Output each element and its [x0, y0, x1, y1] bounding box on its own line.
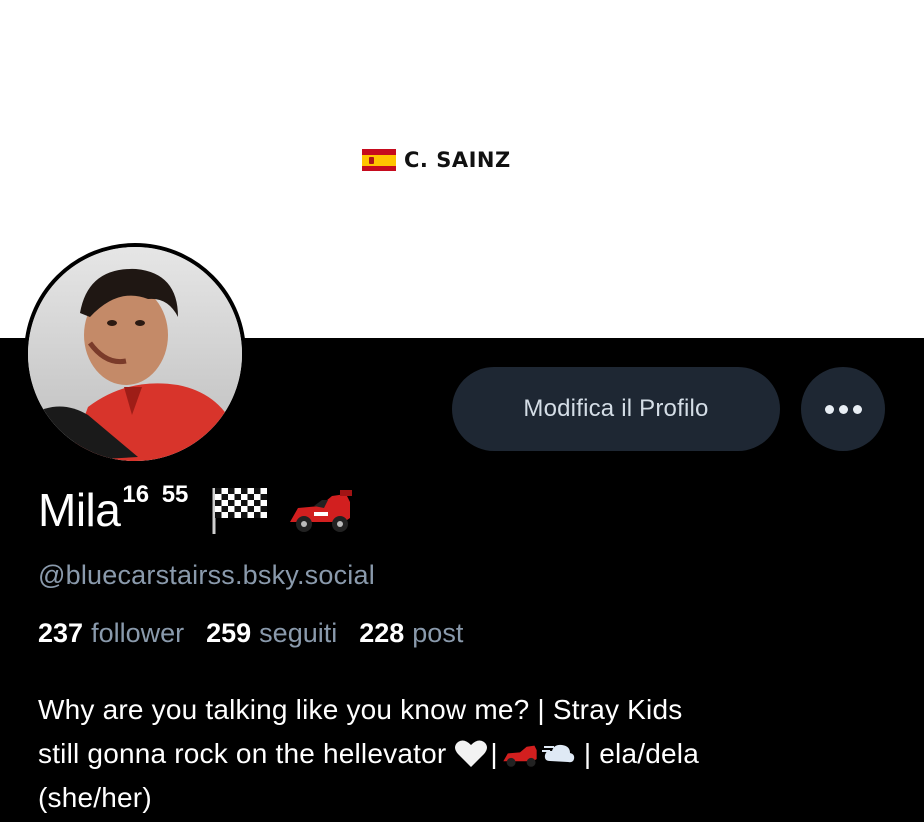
bio-line-3: (she/her)	[38, 782, 152, 813]
bio-line-2-suffix: | ela/dela	[583, 738, 699, 769]
avatar-photo	[28, 247, 242, 461]
following-label[interactable]: seguiti	[259, 618, 337, 649]
banner-logo-text: C. SAINZ	[404, 148, 511, 172]
checkered-flag-icon	[212, 488, 268, 534]
display-name-row: Mila 16 55	[38, 478, 356, 542]
bio-line-1: Why are you talking like you know me? | …	[38, 694, 683, 725]
following-count[interactable]: 259	[206, 618, 251, 649]
edit-profile-button[interactable]: Modifica il Profilo	[452, 367, 780, 451]
posts-label: post	[412, 618, 464, 648]
bio-line-2-text: still gonna rock on the hellevator	[38, 738, 447, 769]
followers-count[interactable]: 237	[38, 618, 83, 649]
bio-emojis: |	[454, 732, 575, 776]
race-car-small-icon	[503, 745, 537, 767]
posts-count: 228	[359, 618, 405, 648]
display-name-superscript: 16 55	[122, 481, 189, 508]
profile-stats: 237 follower 259 seguiti 228 post	[38, 618, 485, 649]
race-car-icon	[290, 490, 353, 532]
bio-separator: |	[490, 738, 498, 769]
followers-label[interactable]: follower	[91, 618, 184, 649]
profile-bio: Why are you talking like you know me? | …	[38, 688, 898, 820]
ellipsis-icon	[824, 404, 862, 414]
white-heart-icon	[455, 740, 488, 767]
profile-handle[interactable]: @bluecarstairss.bsky.social	[38, 560, 375, 591]
more-options-button[interactable]	[801, 367, 885, 451]
banner-logo: C. SAINZ	[362, 146, 511, 174]
display-name-emojis	[210, 484, 356, 534]
display-name: Mila	[38, 484, 121, 536]
avatar[interactable]	[24, 243, 246, 465]
dash-cloud-icon	[541, 744, 575, 763]
spain-flag-icon	[362, 149, 396, 171]
bio-line-2: still gonna rock on the hellevator | | e…	[38, 732, 898, 776]
